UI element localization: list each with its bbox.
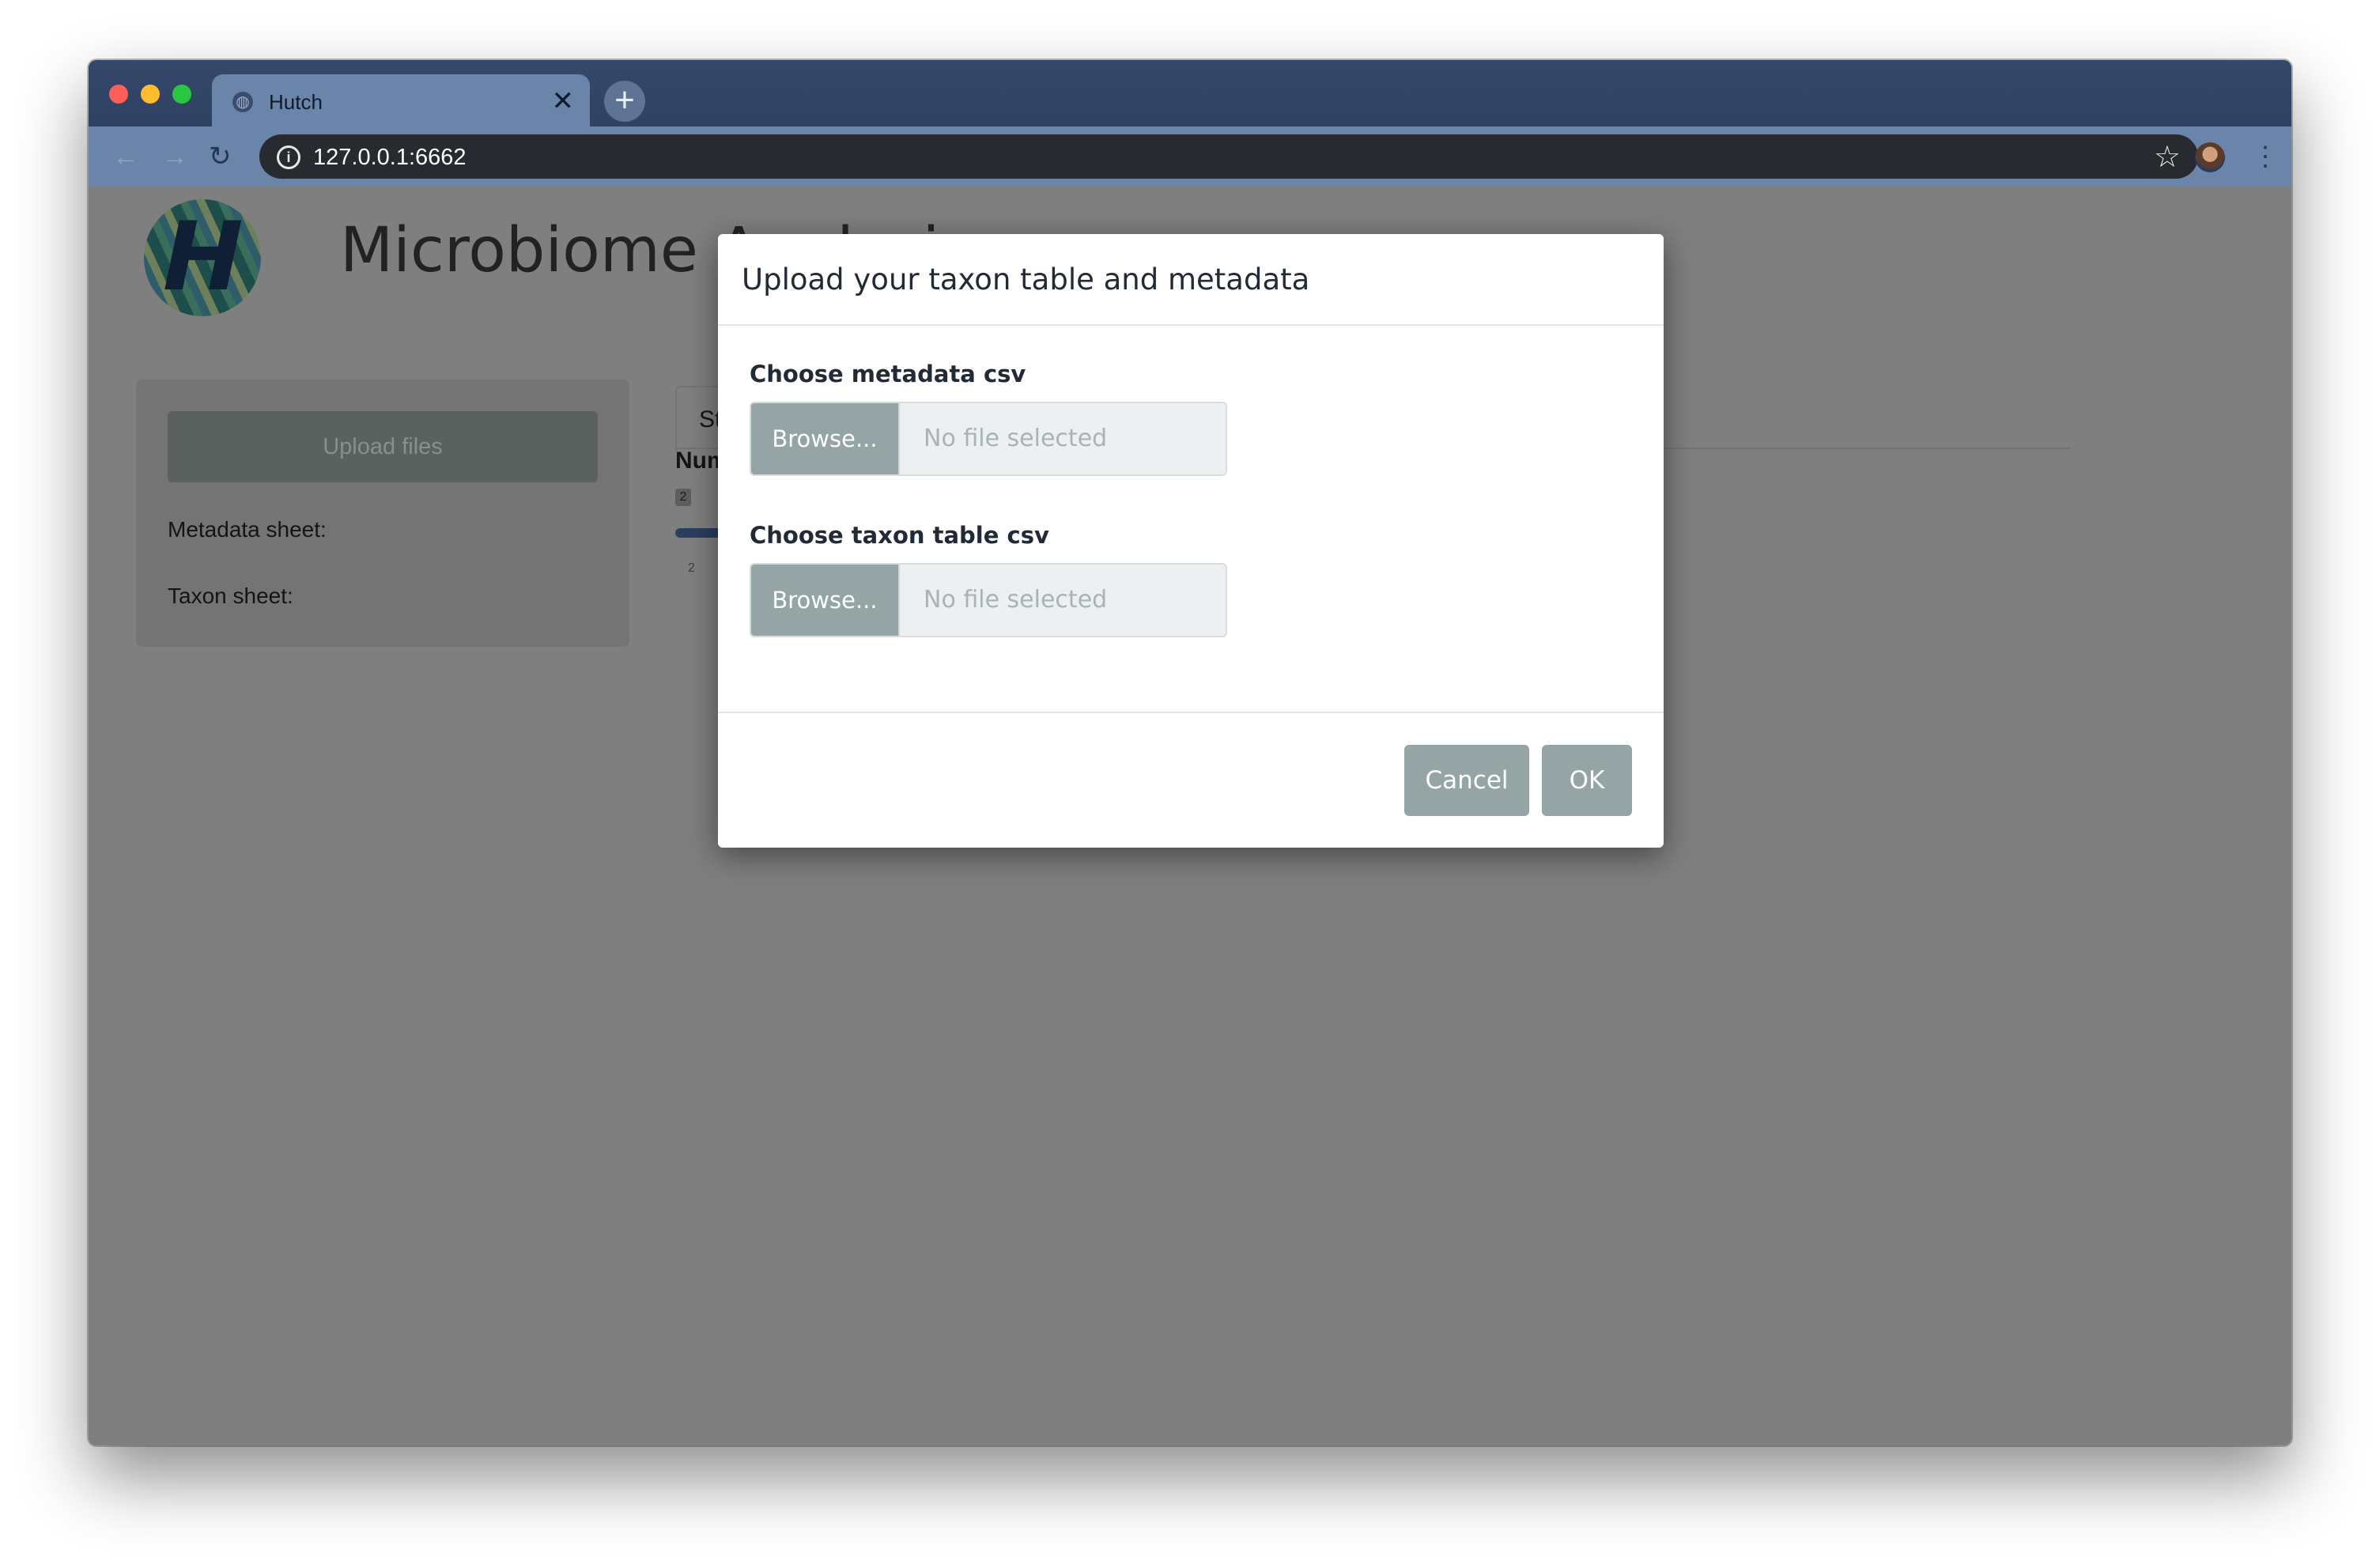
bookmark-star-icon[interactable]: ☆ — [2154, 139, 2181, 175]
taxon-filename-placeholder: No file selected — [924, 586, 1108, 614]
metadata-sheet-label: Metadata sheet: — [168, 517, 327, 542]
cancel-button[interactable]: Cancel — [1404, 745, 1529, 816]
metadata-filename-placeholder: No file selected — [924, 425, 1108, 452]
modal-footer: Cancel OK — [718, 712, 1664, 849]
modal-title: Upload your taxon table and metadata — [742, 263, 1310, 297]
slider-track[interactable] — [675, 528, 723, 538]
url-text[interactable]: 127.0.0.1:6662 — [313, 145, 467, 171]
slider-value-badge: 2 — [675, 489, 691, 506]
taxon-browse-button[interactable]: Browse... — [751, 565, 898, 636]
reload-icon[interactable]: ↻ — [209, 141, 232, 172]
upload-modal: Upload your taxon table and metadata Cho… — [718, 234, 1664, 848]
metadata-file-input[interactable]: Browse... No file selected — [750, 402, 1227, 476]
forward-icon[interactable]: → — [161, 141, 188, 172]
globe-icon: ◍ — [232, 92, 253, 112]
site-info-icon[interactable]: i — [277, 145, 300, 169]
back-icon[interactable]: ← — [112, 141, 139, 172]
upload-files-button[interactable]: Upload files — [168, 411, 598, 482]
metadata-browse-button[interactable]: Browse... — [751, 403, 898, 474]
taxon-field-label: Choose taxon table csv — [750, 522, 1049, 549]
new-tab-button[interactable]: + — [604, 81, 645, 122]
logo-letter: H — [151, 202, 255, 312]
close-window-button[interactable] — [109, 85, 128, 104]
sidebar-panel: Upload files Metadata sheet: Taxon sheet… — [136, 380, 629, 647]
address-bar[interactable]: i 127.0.0.1:6662 ☆ — [259, 134, 2198, 179]
browser-window: ◍ Hutch ✕ + ← → ↻ i 127.0.0.1:6662 ☆ ⋮ H… — [89, 60, 2291, 1445]
browser-tab[interactable]: ◍ Hutch ✕ — [212, 74, 590, 128]
metadata-filename-field[interactable]: No file selected — [898, 403, 1226, 474]
slider-tick-label: 2 — [688, 561, 695, 575]
ok-button[interactable]: OK — [1542, 745, 1632, 816]
tab-close-icon[interactable]: ✕ — [552, 85, 575, 117]
minimize-window-button[interactable] — [141, 85, 160, 104]
app-logo: H — [144, 199, 261, 316]
browser-toolbar: ← → ↻ i 127.0.0.1:6662 ☆ ⋮ — [89, 127, 2291, 187]
tab-title: Hutch — [269, 90, 323, 114]
taxon-filename-field[interactable]: No file selected — [898, 565, 1226, 636]
browser-titlebar: ◍ Hutch ✕ + — [89, 60, 2291, 128]
taxon-sheet-label: Taxon sheet: — [168, 584, 293, 608]
metadata-field-label: Choose metadata csv — [750, 361, 1026, 387]
maximize-window-button[interactable] — [172, 85, 191, 104]
modal-header: Upload your taxon table and metadata — [718, 234, 1664, 326]
profile-avatar[interactable] — [2195, 142, 2225, 172]
browser-menu-icon[interactable]: ⋮ — [2252, 141, 2279, 172]
taxon-file-input[interactable]: Browse... No file selected — [750, 563, 1227, 637]
